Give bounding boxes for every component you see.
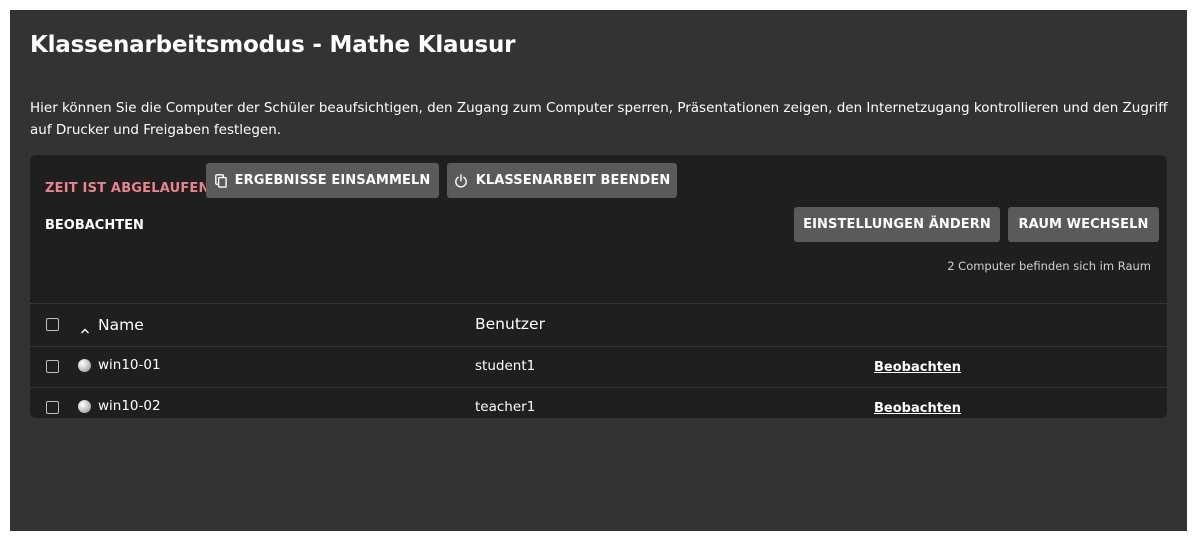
select-all-checkbox[interactable] bbox=[46, 318, 59, 331]
page-description: Hier können Sie die Computer der Schüler… bbox=[30, 100, 1168, 138]
end-exam-label: KLASSENARBEIT BEENDEN bbox=[475, 173, 671, 188]
table-divider bbox=[30, 346, 1167, 347]
table-divider bbox=[30, 387, 1167, 388]
collect-results-button[interactable]: ERGEBNISSE EINSAMMELN bbox=[206, 163, 439, 198]
change-settings-label: EINSTELLUNGEN ÄNDERN bbox=[803, 217, 991, 232]
app-window: Klassenarbeitsmodus - Mathe Klausur Hier… bbox=[10, 10, 1187, 531]
column-header-user: Benutzer bbox=[475, 315, 545, 333]
end-exam-button[interactable]: KLASSENARBEIT BEENDEN bbox=[447, 163, 677, 198]
computer-name: win10-01 bbox=[98, 357, 161, 373]
computer-status-icon bbox=[78, 400, 91, 413]
control-panel: ZEIT IST ABGELAUFEN ERGEBNISSE EINSAMMEL… bbox=[30, 155, 1167, 418]
time-expired-status: ZEIT IST ABGELAUFEN bbox=[45, 181, 210, 196]
computer-user: student1 bbox=[475, 358, 536, 374]
observe-section-label: BEOBACHTEN bbox=[45, 218, 144, 233]
table-divider bbox=[30, 303, 1167, 304]
copy-icon bbox=[214, 173, 227, 188]
computer-status-icon bbox=[78, 359, 91, 372]
observe-link[interactable]: Beobachten bbox=[874, 402, 961, 415]
row-checkbox[interactable] bbox=[46, 401, 59, 414]
row-checkbox[interactable] bbox=[46, 360, 59, 373]
chevron-up-icon[interactable] bbox=[80, 320, 90, 339]
page-title: Klassenarbeitsmodus - Mathe Klausur bbox=[30, 32, 516, 58]
switch-room-button[interactable]: RAUM WECHSELN bbox=[1008, 207, 1159, 242]
computer-count: 2 Computer befinden sich im Raum bbox=[947, 259, 1151, 273]
change-settings-button[interactable]: EINSTELLUNGEN ÄNDERN bbox=[794, 207, 1000, 242]
computer-user: teacher1 bbox=[475, 399, 536, 415]
switch-room-label: RAUM WECHSELN bbox=[1018, 217, 1149, 232]
computer-name: win10-02 bbox=[98, 398, 161, 414]
column-header-name[interactable]: Name bbox=[98, 317, 144, 334]
power-icon bbox=[454, 173, 468, 188]
observe-link[interactable]: Beobachten bbox=[874, 361, 961, 374]
collect-results-label: ERGEBNISSE EINSAMMELN bbox=[234, 173, 431, 188]
